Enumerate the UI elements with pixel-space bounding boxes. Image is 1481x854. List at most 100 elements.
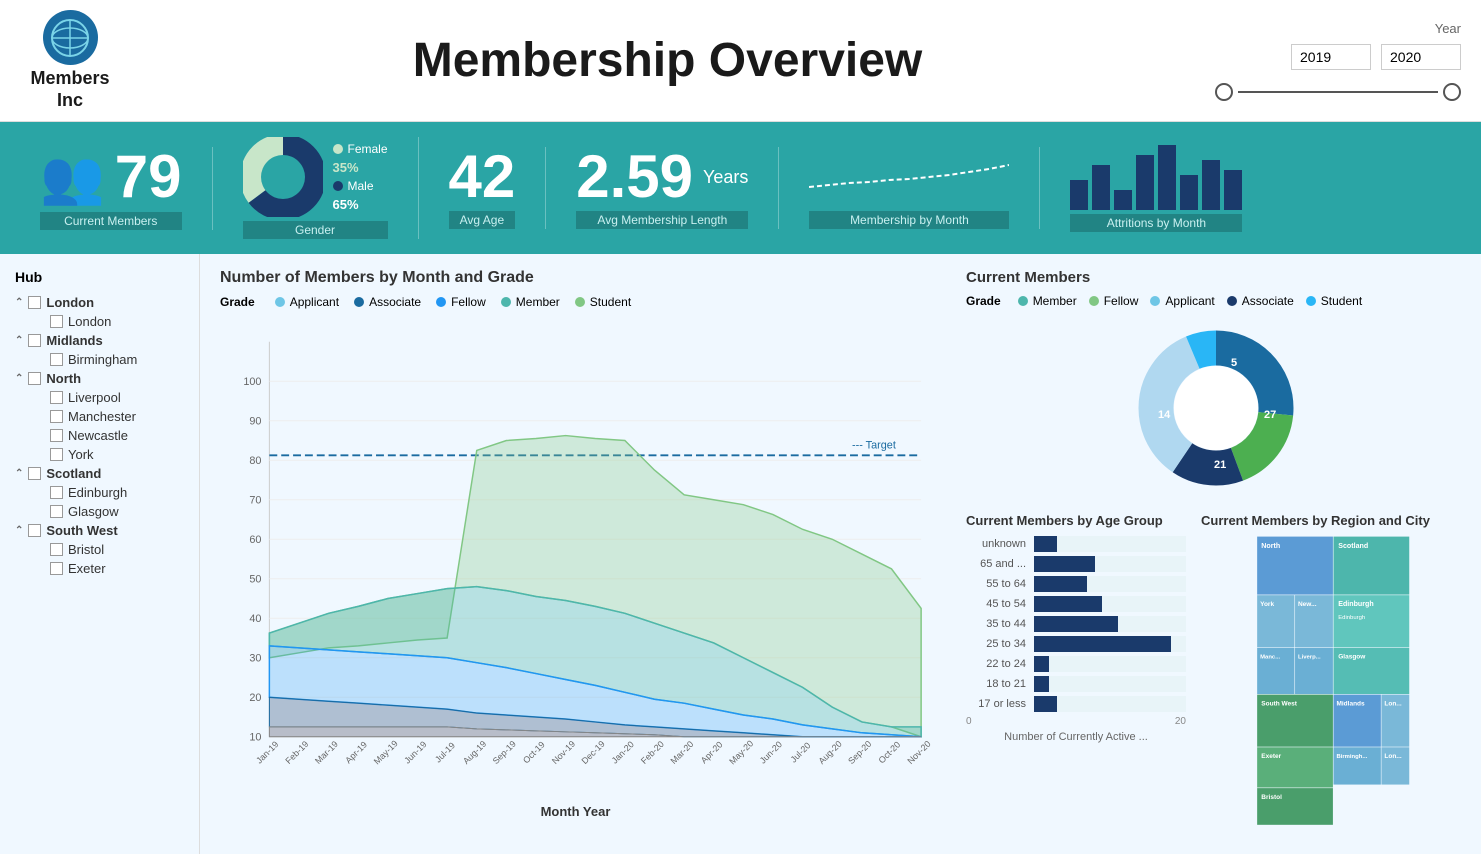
glasgow-checkbox[interactable] <box>50 505 63 518</box>
svg-text:Dec-19: Dec-19 <box>579 739 606 766</box>
attritions-bars <box>1070 145 1242 210</box>
female-dot <box>333 144 343 154</box>
treemap-birmingham[interactable] <box>1334 747 1381 784</box>
year-inputs[interactable] <box>1291 44 1461 70</box>
associate-dot <box>354 297 364 307</box>
york-checkbox[interactable] <box>50 448 63 461</box>
gender-label: Gender <box>243 221 388 239</box>
svg-text:60: 60 <box>249 534 261 546</box>
attr-bar-3 <box>1114 190 1132 210</box>
edinburgh-label: Edinburgh <box>68 485 127 500</box>
slider-right-handle[interactable] <box>1443 83 1461 101</box>
treemap-title: Current Members by Region and City <box>1201 513 1466 528</box>
age-bar-bg-35 <box>1034 616 1186 632</box>
age-label-unknown: unknown <box>966 538 1026 550</box>
treemap-bristol-label: Bristol <box>1261 794 1282 801</box>
sidebar-item-bristol[interactable]: Bristol <box>15 540 184 559</box>
student-label: Student <box>590 295 631 309</box>
svg-text:100: 100 <box>243 376 261 388</box>
age-bar-fill-unknown <box>1034 536 1057 552</box>
cm-student-label: Student <box>1321 294 1362 308</box>
donut-label-member: 21 <box>1214 459 1226 471</box>
london-checkbox[interactable] <box>28 296 41 309</box>
sidebar-item-manchester[interactable]: Manchester <box>15 407 184 426</box>
current-members-main: 👥 79 <box>40 147 182 208</box>
newcastle-checkbox[interactable] <box>50 429 63 442</box>
sidebar-item-exeter[interactable]: Exeter <box>15 559 184 578</box>
age-row-18: 18 to 21 <box>966 676 1186 692</box>
london-city-label: London <box>68 314 111 329</box>
sidebar-item-scotland-region[interactable]: ⌃ Scotland <box>15 464 184 483</box>
bristol-checkbox[interactable] <box>50 543 63 556</box>
cm-member-label: Member <box>1033 294 1077 308</box>
edinburgh-checkbox[interactable] <box>50 486 63 499</box>
sidebar-item-edinburgh[interactable]: Edinburgh <box>15 483 184 502</box>
grade-label: Grade <box>220 295 255 309</box>
age-bar-bg-65 <box>1034 556 1186 572</box>
treemap-north-label: North <box>1261 542 1280 550</box>
sidebar-item-glasgow[interactable]: Glasgow <box>15 502 184 521</box>
donut-wrapper: 12 14 21 27 5 <box>966 318 1466 498</box>
age-row-35: 35 to 44 <box>966 616 1186 632</box>
sidebar-item-birmingham[interactable]: Birmingham <box>15 350 184 369</box>
year-from-input[interactable] <box>1291 44 1371 70</box>
treemap-section: Current Members by Region and City North… <box>1201 513 1466 826</box>
sidebar-item-north-region[interactable]: ⌃ North <box>15 369 184 388</box>
sidebar-item-york[interactable]: York <box>15 445 184 464</box>
svg-text:Sep-20: Sep-20 <box>846 739 873 766</box>
svg-text:40: 40 <box>249 613 261 625</box>
sidebar-item-liverpool[interactable]: Liverpool <box>15 388 184 407</box>
legend-student: Student <box>575 295 631 309</box>
sidebar-item-midlands-region[interactable]: ⌃ Midlands <box>15 331 184 350</box>
southwest-checkbox[interactable] <box>28 524 41 537</box>
exeter-checkbox[interactable] <box>50 562 63 575</box>
midlands-checkbox[interactable] <box>28 334 41 347</box>
cm-student-dot <box>1306 296 1316 306</box>
london-label: London <box>46 295 94 310</box>
legend-member: Member <box>501 295 560 309</box>
birmingham-checkbox[interactable] <box>50 353 63 366</box>
sidebar-item-london-city[interactable]: London <box>15 312 184 331</box>
scotland-checkbox[interactable] <box>28 467 41 480</box>
sidebar-item-london-region[interactable]: ⌃ London <box>15 293 184 312</box>
manchester-checkbox[interactable] <box>50 410 63 423</box>
age-axis-20: 20 <box>1175 716 1186 727</box>
age-label-45: 45 to 54 <box>966 598 1026 610</box>
donut-label-associate: 27 <box>1264 409 1276 421</box>
line-chart-title: Number of Members by Month and Grade <box>220 269 931 287</box>
stat-membership-month: Membership by Month <box>779 147 1040 229</box>
age-label-65: 65 and ... <box>966 558 1026 570</box>
age-bar-bg-55 <box>1034 576 1186 592</box>
liverpool-checkbox[interactable] <box>50 391 63 404</box>
svg-text:Apr-20: Apr-20 <box>699 740 725 766</box>
logo-icon <box>43 10 98 65</box>
stats-banner: 👥 79 Current Members Female 35% Mal <box>0 122 1481 254</box>
london-city-checkbox[interactable] <box>50 315 63 328</box>
age-bar-bg-17 <box>1034 696 1186 712</box>
svg-text:90: 90 <box>249 416 261 428</box>
svg-text:Aug-20: Aug-20 <box>816 739 843 766</box>
treemap-container: North Scotland York New... Edinburgh <box>1201 536 1466 826</box>
age-row-unknown: unknown <box>966 536 1186 552</box>
female-label: Female <box>348 142 388 156</box>
avg-membership-label: Avg Membership Length <box>576 211 748 229</box>
svg-text:May-19: May-19 <box>372 739 400 767</box>
slider-left-handle[interactable] <box>1215 83 1233 101</box>
membership-month-chart <box>809 147 1009 207</box>
main-content: Hub ⌃ London London ⌃ Midlands Birmingha… <box>0 254 1481 854</box>
legend-fellow: Fellow <box>436 295 486 309</box>
associate-label: Associate <box>369 295 421 309</box>
north-checkbox[interactable] <box>28 372 41 385</box>
sidebar-item-newcastle[interactable]: Newcastle <box>15 426 184 445</box>
gender-block: Female 35% Male 65% <box>243 137 388 217</box>
newcastle-label: Newcastle <box>68 428 128 443</box>
svg-text:70: 70 <box>249 495 261 507</box>
legend-applicant: Applicant <box>275 295 339 309</box>
year-to-input[interactable] <box>1381 44 1461 70</box>
year-slider[interactable] <box>1215 83 1461 101</box>
age-bar-bg-18 <box>1034 676 1186 692</box>
sidebar-item-southwest-region[interactable]: ⌃ South West <box>15 521 184 540</box>
gender-donut <box>243 137 323 217</box>
cm-applicant-label: Applicant <box>1165 294 1214 308</box>
svg-text:Jul-20: Jul-20 <box>788 740 812 764</box>
